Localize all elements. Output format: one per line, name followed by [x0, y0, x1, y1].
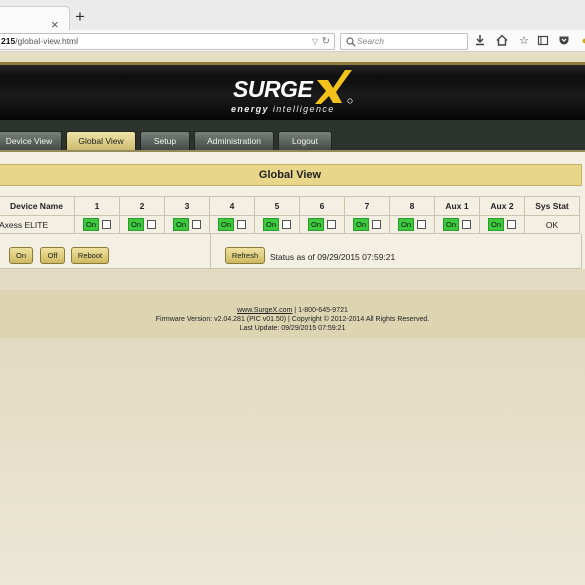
outlet-2-checkbox[interactable] [147, 220, 156, 229]
firmware-version: Firmware Version: v2.04.281 (PIC v01.50)… [155, 316, 430, 323]
outlet-cell-4: On [209, 215, 255, 234]
banner-accent-line [0, 62, 585, 65]
outlet-cell-6: On [299, 215, 345, 234]
outlet-cell-aux1: On [434, 215, 480, 234]
search-placeholder: Search [357, 36, 384, 46]
page-background [0, 338, 585, 585]
phone-number: | 1-800-645-9721 [292, 307, 348, 314]
outlet-cell-8: On [389, 215, 435, 234]
site-banner: SURGE energy intelligence [0, 62, 585, 120]
aux1-checkbox[interactable] [462, 220, 471, 229]
outlet-1-checkbox[interactable] [102, 220, 111, 229]
nav-administration[interactable]: Administration [194, 131, 274, 150]
tagline-bold: energy [231, 104, 269, 114]
browser-tab[interactable]: × [0, 6, 70, 31]
outlet-cell-5: On [254, 215, 300, 234]
col-7: 7 [344, 196, 390, 216]
outlet-1-status[interactable]: On [82, 218, 99, 231]
browser-navbar: 215/global-view.html ▽ ↻ Search ☆ ● [0, 30, 585, 52]
pocket-icon[interactable] [557, 34, 571, 48]
outlet-7-status[interactable]: On [352, 218, 369, 231]
outlet-cell-3: On [164, 215, 210, 234]
aux1-status[interactable]: On [442, 218, 459, 231]
outlet-3-checkbox[interactable] [192, 220, 201, 229]
col-8: 8 [389, 196, 435, 216]
url-host: 215 [1, 36, 16, 46]
main-nav: Device View Global View Setup Administra… [0, 120, 585, 152]
table-header-row: Device Name 1 2 3 4 5 6 7 8 Aux 1 Aux 2 … [0, 196, 580, 216]
browser-tabstrip: × + [0, 0, 585, 31]
footer: www.SurgeX.com | 1-800-645-9721 Firmware… [0, 298, 585, 336]
outlet-2-status[interactable]: On [127, 218, 144, 231]
outlet-cell-7: On [344, 215, 390, 234]
outlet-5-checkbox[interactable] [282, 220, 291, 229]
tagline-rest: intelligence [268, 104, 335, 114]
page-title: Global View [0, 164, 582, 186]
outlet-4-checkbox[interactable] [237, 220, 246, 229]
url-bar[interactable]: 215/global-view.html ▽ ↻ [0, 33, 335, 50]
outlet-8-checkbox[interactable] [417, 220, 426, 229]
last-update: Last Update: 09/29/2015 07:59:21 [239, 325, 346, 332]
new-tab-icon[interactable]: + [75, 8, 85, 26]
col-sys-stat: Sys Stat [524, 196, 580, 216]
col-5: 5 [254, 196, 300, 216]
col-6: 6 [299, 196, 345, 216]
on-button[interactable]: On [9, 247, 33, 264]
search-input[interactable]: Search [340, 33, 468, 50]
bookmark-star-icon[interactable]: ☆ [517, 34, 531, 48]
col-aux1: Aux 1 [434, 196, 480, 216]
col-2: 2 [119, 196, 165, 216]
table-row: Axess ELITE On On On On On On On On On O… [0, 215, 580, 234]
search-icon [346, 37, 356, 47]
col-aux2: Aux 2 [479, 196, 525, 216]
extension-icon[interactable]: ● [578, 34, 585, 48]
nav-global-view[interactable]: Global View [66, 131, 136, 150]
sys-stat-cell: OK [524, 215, 580, 234]
site-link[interactable]: www.SurgeX.com [237, 307, 292, 314]
home-icon[interactable] [495, 34, 509, 48]
logo-x-bolt-icon [315, 70, 353, 104]
aux2-status[interactable]: On [487, 218, 504, 231]
col-device-name: Device Name [0, 196, 75, 216]
col-3: 3 [164, 196, 210, 216]
outlet-8-status[interactable]: On [397, 218, 414, 231]
reload-icon[interactable]: ↻ [322, 34, 330, 49]
footer-contact: www.SurgeX.com | 1-800-645-9721 [0, 306, 585, 315]
header-gap [0, 52, 585, 62]
outlet-cell-1: On [74, 215, 120, 234]
outlet-6-checkbox[interactable] [327, 220, 336, 229]
col-4: 4 [209, 196, 255, 216]
outlet-5-status[interactable]: On [262, 218, 279, 231]
outlet-cell-2: On [119, 215, 165, 234]
nav-device-view[interactable]: Device View [0, 131, 62, 150]
reading-list-icon[interactable] [536, 34, 550, 48]
url-path: /global-view.html [15, 36, 79, 46]
outlet-3-status[interactable]: On [172, 218, 189, 231]
off-button[interactable]: Off [40, 247, 65, 264]
logo-wordmark: SURGE [233, 76, 313, 102]
aux2-checkbox[interactable] [507, 220, 516, 229]
chevron-down-icon[interactable]: ▽ [312, 34, 318, 49]
outlet-7-checkbox[interactable] [372, 220, 381, 229]
status-timestamp: Status as of 09/29/2015 07:59:21 [270, 252, 396, 262]
outlet-table: Device Name 1 2 3 4 5 6 7 8 Aux 1 Aux 2 … [0, 196, 580, 234]
device-name-cell: Axess ELITE [0, 215, 75, 234]
col-1: 1 [74, 196, 120, 216]
nav-setup[interactable]: Setup [140, 131, 190, 150]
nav-logout[interactable]: Logout [278, 131, 332, 150]
refresh-button[interactable]: Refresh [225, 247, 265, 264]
outlet-cell-aux2: On [479, 215, 525, 234]
actions-divider [210, 234, 211, 268]
logo-tagline: energy intelligence [231, 104, 335, 114]
outlet-6-status[interactable]: On [307, 218, 324, 231]
outlet-4-status[interactable]: On [217, 218, 234, 231]
reboot-button[interactable]: Reboot [71, 247, 109, 264]
download-icon[interactable] [473, 34, 487, 48]
